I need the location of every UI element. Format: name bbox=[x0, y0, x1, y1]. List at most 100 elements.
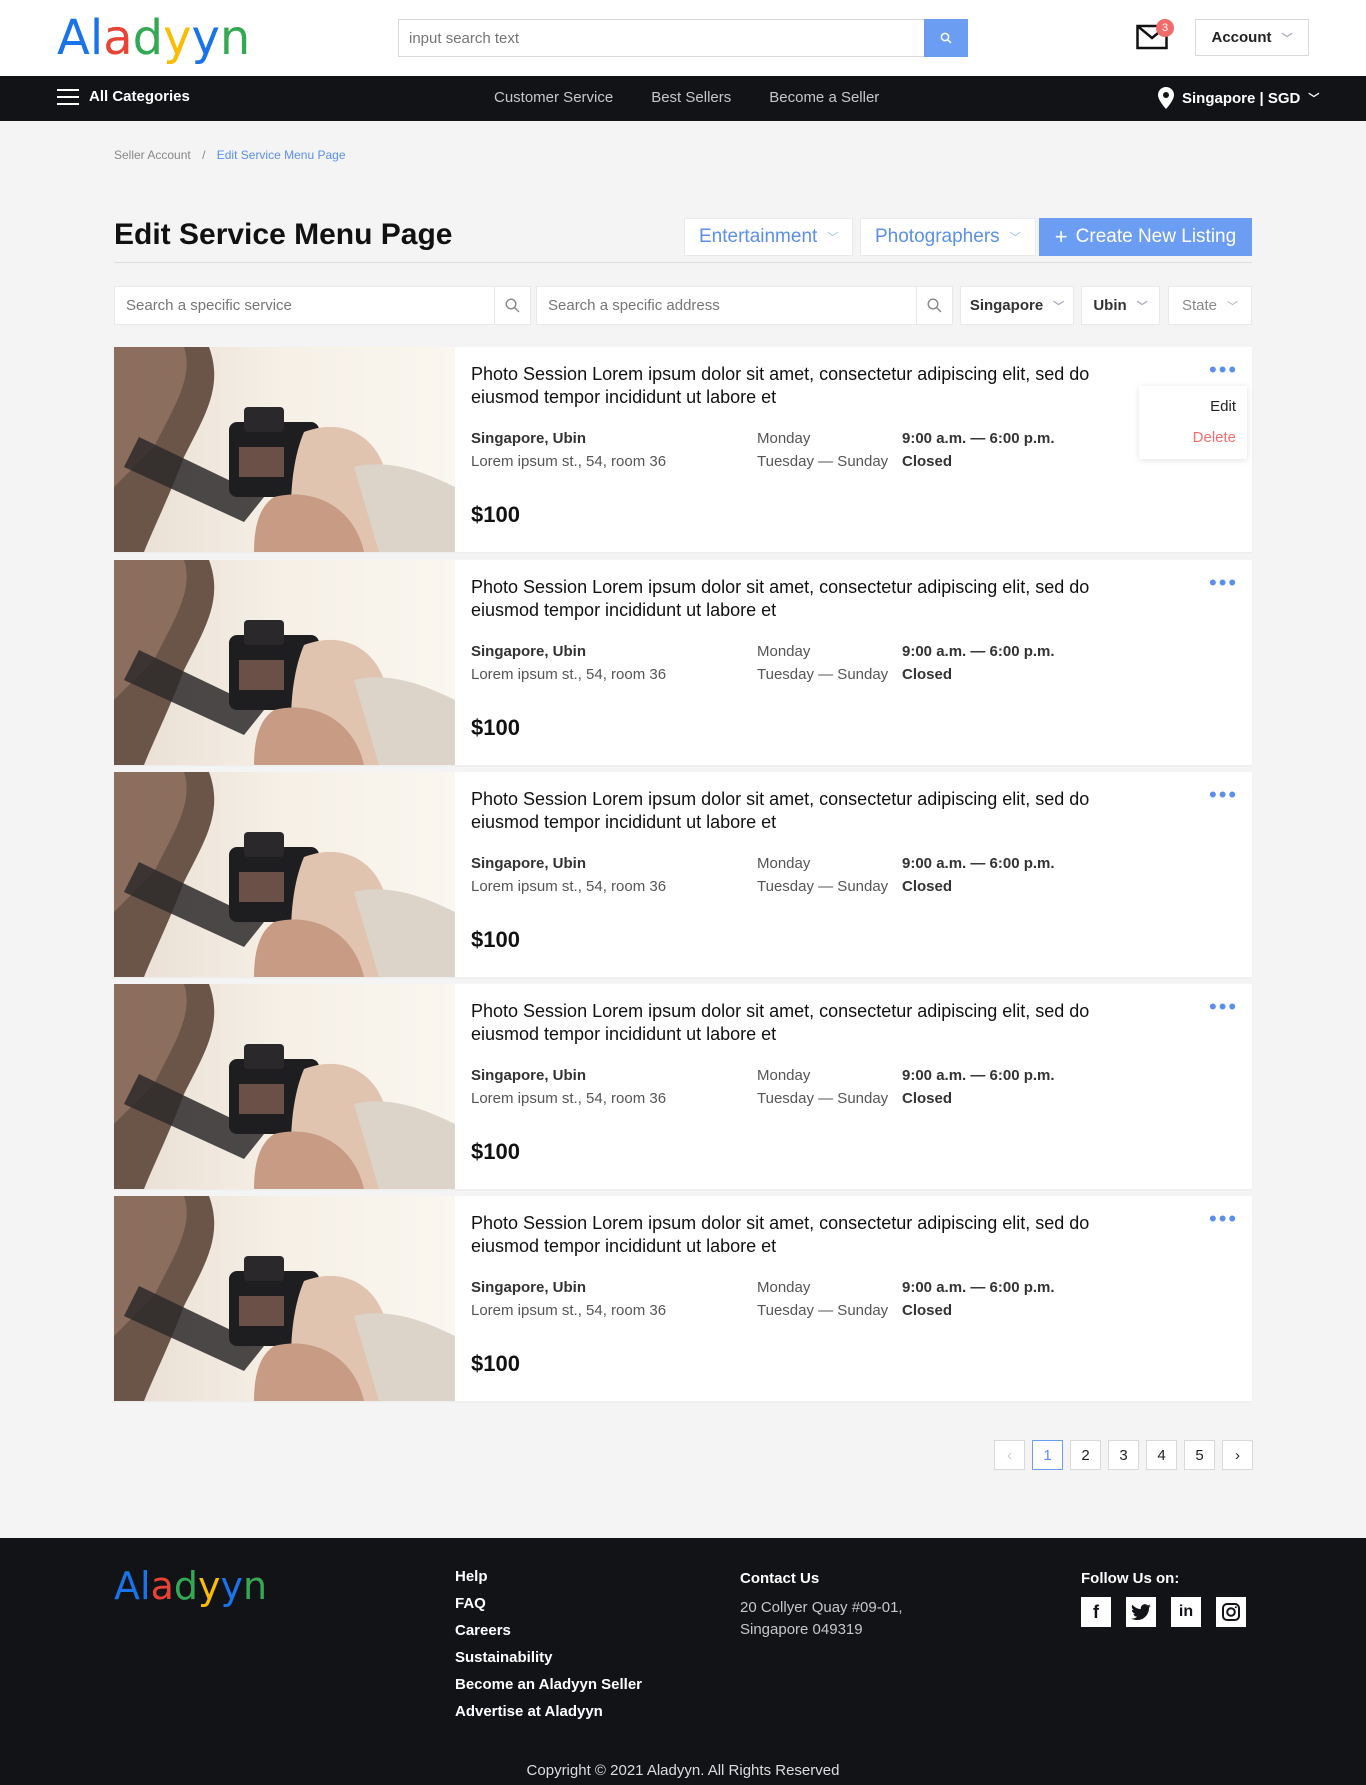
chevron-down-icon: ﹀ bbox=[1053, 300, 1065, 313]
plus-icon: + bbox=[1054, 224, 1068, 249]
listing-location: Singapore, Ubin bbox=[471, 643, 587, 660]
listing-title[interactable]: Photo Session Lorem ipsum dolor sit amet… bbox=[471, 363, 1131, 409]
create-new-listing-button[interactable]: + Create New Listing bbox=[1039, 218, 1252, 256]
pagination-page-3[interactable]: 3 bbox=[1108, 1440, 1139, 1470]
contact-address-line2: Singapore 049319 bbox=[740, 1621, 863, 1638]
nav-link-best-sellers[interactable]: Best Sellers bbox=[651, 89, 731, 106]
pagination-page-2[interactable]: 2 bbox=[1070, 1440, 1101, 1470]
listing-address: Lorem ipsum st., 54, room 36 bbox=[471, 1302, 667, 1319]
city-select-value: Ubin bbox=[1093, 297, 1127, 314]
global-search-button[interactable] bbox=[924, 19, 968, 57]
more-options-icon[interactable]: ••• bbox=[1209, 1208, 1238, 1230]
logo-letter: y bbox=[197, 1564, 221, 1608]
linkedin-icon[interactable]: in bbox=[1171, 1597, 1201, 1627]
pagination-next[interactable]: › bbox=[1222, 1440, 1253, 1470]
state-select[interactable]: State ﹀ bbox=[1168, 286, 1252, 325]
listing-address: Lorem ipsum st., 54, room 36 bbox=[471, 453, 667, 470]
logo-letter: y bbox=[163, 10, 192, 66]
more-options-icon[interactable]: ••• bbox=[1209, 359, 1238, 381]
breadcrumb-separator: / bbox=[202, 148, 206, 162]
listing-title[interactable]: Photo Session Lorem ipsum dolor sit amet… bbox=[471, 1212, 1131, 1258]
listing-card[interactable]: Photo Session Lorem ipsum dolor sit amet… bbox=[114, 560, 1252, 765]
listing-price: $100 bbox=[471, 1139, 520, 1164]
listing-photo[interactable] bbox=[114, 984, 455, 1189]
listing-day-range: Tuesday — Sunday bbox=[757, 878, 889, 895]
city-select[interactable]: Ubin ﹀ bbox=[1081, 286, 1160, 325]
listing-address: Lorem ipsum st., 54, room 36 bbox=[471, 878, 667, 895]
account-dropdown[interactable]: Account ﹀ bbox=[1195, 19, 1309, 56]
footer-social: Follow Us on: f in bbox=[1081, 1570, 1246, 1637]
facebook-icon[interactable]: f bbox=[1081, 1597, 1111, 1627]
pagination-page-5[interactable]: 5 bbox=[1184, 1440, 1215, 1470]
follow-heading: Follow Us on: bbox=[1081, 1570, 1180, 1587]
menu-icon bbox=[57, 88, 79, 105]
more-options-icon[interactable]: ••• bbox=[1209, 996, 1238, 1018]
more-options-icon[interactable]: ••• bbox=[1209, 784, 1238, 806]
listing-day-weekday: Monday bbox=[757, 855, 811, 872]
pagination-page-4[interactable]: 4 bbox=[1146, 1440, 1177, 1470]
listing-title[interactable]: Photo Session Lorem ipsum dolor sit amet… bbox=[471, 1000, 1131, 1046]
footer-link-careers[interactable]: Careers bbox=[455, 1622, 642, 1639]
footer-link-become-seller[interactable]: Become an Aladyyn Seller bbox=[455, 1676, 642, 1693]
edit-listing-menu-item[interactable]: Edit bbox=[1210, 398, 1236, 415]
pagination-prev[interactable]: ‹ bbox=[994, 1440, 1025, 1470]
listing-context-menu: Edit Delete bbox=[1139, 386, 1247, 459]
service-search-input[interactable] bbox=[115, 287, 494, 324]
top-header: Aladyyn 3 Account ﹀ bbox=[0, 0, 1366, 76]
nav-link-become-seller[interactable]: Become a Seller bbox=[769, 89, 879, 106]
listing-day-weekday: Monday bbox=[757, 1067, 811, 1084]
listing-hours-open: 9:00 a.m. — 6:00 p.m. bbox=[902, 1279, 1055, 1296]
nav-link-customer-service[interactable]: Customer Service bbox=[494, 89, 613, 106]
region-selector[interactable]: Singapore | SGD ﹀ bbox=[1158, 87, 1319, 109]
delete-listing-menu-item[interactable]: Delete bbox=[1193, 429, 1236, 446]
footer-link-advertise[interactable]: Advertise at Aladyyn bbox=[455, 1703, 642, 1720]
logo-letter: A bbox=[57, 10, 90, 66]
category-dropdown[interactable]: Entertainment ﹀ bbox=[684, 218, 854, 256]
all-categories-button[interactable]: All Categories bbox=[57, 88, 190, 105]
listing-price: $100 bbox=[471, 502, 520, 527]
global-search-input[interactable] bbox=[398, 19, 924, 57]
breadcrumb-seller-account[interactable]: Seller Account bbox=[114, 148, 191, 162]
listing-card[interactable]: Photo Session Lorem ipsum dolor sit amet… bbox=[114, 347, 1252, 552]
all-categories-label: All Categories bbox=[89, 88, 190, 105]
listing-location: Singapore, Ubin bbox=[471, 1279, 587, 1296]
footer-link-help[interactable]: Help bbox=[455, 1568, 642, 1585]
listing-photo[interactable] bbox=[114, 772, 455, 977]
breadcrumb: Seller Account / Edit Service Menu Page bbox=[114, 148, 346, 162]
search-icon bbox=[940, 32, 952, 44]
listing-day-range: Tuesday — Sunday bbox=[757, 666, 889, 683]
chevron-down-icon: ﹀ bbox=[827, 232, 839, 244]
listing-day-weekday: Monday bbox=[757, 643, 811, 660]
listing-hours-open: 9:00 a.m. — 6:00 p.m. bbox=[902, 1067, 1055, 1084]
subcategory-dropdown[interactable]: Photographers ﹀ bbox=[860, 218, 1036, 256]
footer-link-faq[interactable]: FAQ bbox=[455, 1595, 642, 1612]
listing-card[interactable]: Photo Session Lorem ipsum dolor sit amet… bbox=[114, 772, 1252, 977]
footer-link-sustainability[interactable]: Sustainability bbox=[455, 1649, 642, 1666]
breadcrumb-current[interactable]: Edit Service Menu Page bbox=[217, 148, 346, 162]
listing-hours-closed: Closed bbox=[902, 1090, 953, 1107]
service-search-button[interactable] bbox=[494, 287, 530, 324]
aladyyn-logo[interactable]: Aladyyn bbox=[57, 10, 250, 66]
listing-hours-closed: Closed bbox=[902, 453, 953, 470]
twitter-icon[interactable] bbox=[1126, 1597, 1156, 1627]
listing-day-range: Tuesday — Sunday bbox=[757, 1302, 889, 1319]
address-search-input[interactable] bbox=[537, 287, 916, 324]
listing-title[interactable]: Photo Session Lorem ipsum dolor sit amet… bbox=[471, 788, 1131, 834]
instagram-icon[interactable] bbox=[1216, 1597, 1246, 1627]
listing-card[interactable]: Photo Session Lorem ipsum dolor sit amet… bbox=[114, 984, 1252, 1189]
pagination-page-1[interactable]: 1 bbox=[1032, 1440, 1063, 1470]
logo-letter: d bbox=[132, 10, 164, 66]
country-select-value: Singapore bbox=[969, 297, 1044, 314]
title-divider bbox=[114, 262, 1252, 263]
listing-photo[interactable] bbox=[114, 560, 455, 765]
listing-photo[interactable] bbox=[114, 347, 455, 552]
listing-photo[interactable] bbox=[114, 1196, 455, 1401]
footer-logo[interactable]: Aladyyn bbox=[114, 1564, 267, 1608]
address-search-button[interactable] bbox=[916, 287, 952, 324]
listing-title[interactable]: Photo Session Lorem ipsum dolor sit amet… bbox=[471, 576, 1131, 622]
listing-price: $100 bbox=[471, 715, 520, 740]
country-select[interactable]: Singapore ﹀ bbox=[960, 286, 1074, 325]
listing-location: Singapore, Ubin bbox=[471, 430, 587, 447]
listing-card[interactable]: Photo Session Lorem ipsum dolor sit amet… bbox=[114, 1196, 1252, 1401]
more-options-icon[interactable]: ••• bbox=[1209, 572, 1238, 594]
